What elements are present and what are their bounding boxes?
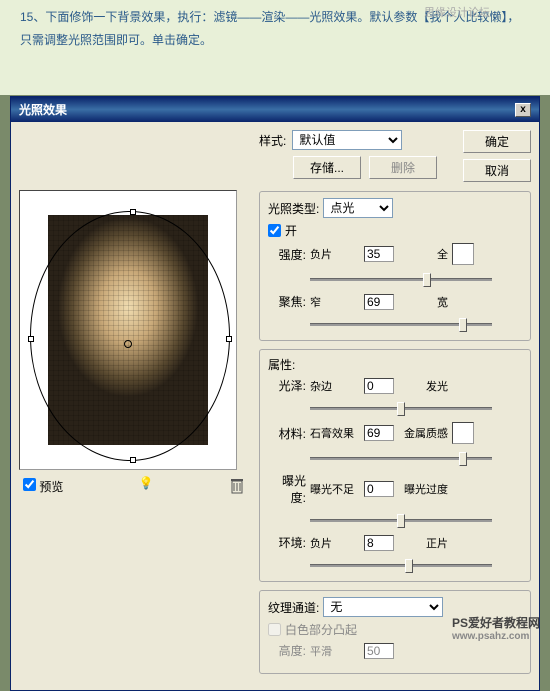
properties-group: 属性: 光泽: 杂边 0 发光 材料: 石膏效果 69 金属质感 曝光度 [259,349,531,582]
focus-value[interactable]: 69 [364,294,394,310]
cancel-button[interactable]: 取消 [463,159,531,182]
texture-select[interactable]: 无 [323,597,443,617]
close-button[interactable]: x [515,103,531,117]
exposure-slider[interactable] [310,512,492,528]
props-label: 属性: [268,356,295,373]
style-select[interactable]: 默认值 [292,130,402,150]
light-type-label: 光照类型: [268,200,319,217]
dialog-title: 光照效果 [19,101,67,118]
light-center[interactable] [124,340,132,348]
focus-label: 聚焦: [268,293,306,310]
ok-button[interactable]: 确定 [463,130,531,153]
intensity-slider[interactable] [310,271,492,287]
ambience-slider[interactable] [310,557,492,573]
material-slider[interactable] [310,450,492,466]
preview-area[interactable] [19,190,237,470]
light-ellipse[interactable] [30,211,230,461]
texture-label: 纹理通道: [268,599,319,616]
intensity-value[interactable]: 35 [364,246,394,262]
trash-icon[interactable] [229,477,245,495]
light-color-swatch[interactable] [452,243,474,265]
preview-checkbox[interactable]: 预览 [23,478,63,495]
delete-button: 删除 [369,156,437,179]
ambient-color-swatch[interactable] [452,422,474,444]
on-checkbox[interactable]: 开 [268,222,522,239]
ambience-value[interactable]: 8 [364,535,394,551]
focus-slider[interactable] [310,316,492,332]
lightbulb-icon[interactable]: 💡 [136,476,156,496]
watermark-top: 思缘设计论坛 [424,2,490,24]
light-type-group: 光照类型: 点光 开 强度: 负片 35 全 聚焦: 窄 69 宽 [259,191,531,341]
lighting-effects-dialog: 光照效果 x 预览 💡 [10,96,540,691]
titlebar[interactable]: 光照效果 x [11,97,539,122]
gloss-slider[interactable] [310,400,492,416]
gloss-value[interactable]: 0 [364,378,394,394]
light-type-select[interactable]: 点光 [323,198,393,218]
watermark-bottom: PS爱好者教程网 www.psahz.com [452,614,540,642]
material-value[interactable]: 69 [364,425,394,441]
save-button[interactable]: 存储... [293,156,361,179]
exposure-value[interactable]: 0 [364,481,394,497]
height-value: 50 [364,643,394,659]
style-label: 样式: [259,132,286,149]
intensity-label: 强度: [268,246,306,263]
